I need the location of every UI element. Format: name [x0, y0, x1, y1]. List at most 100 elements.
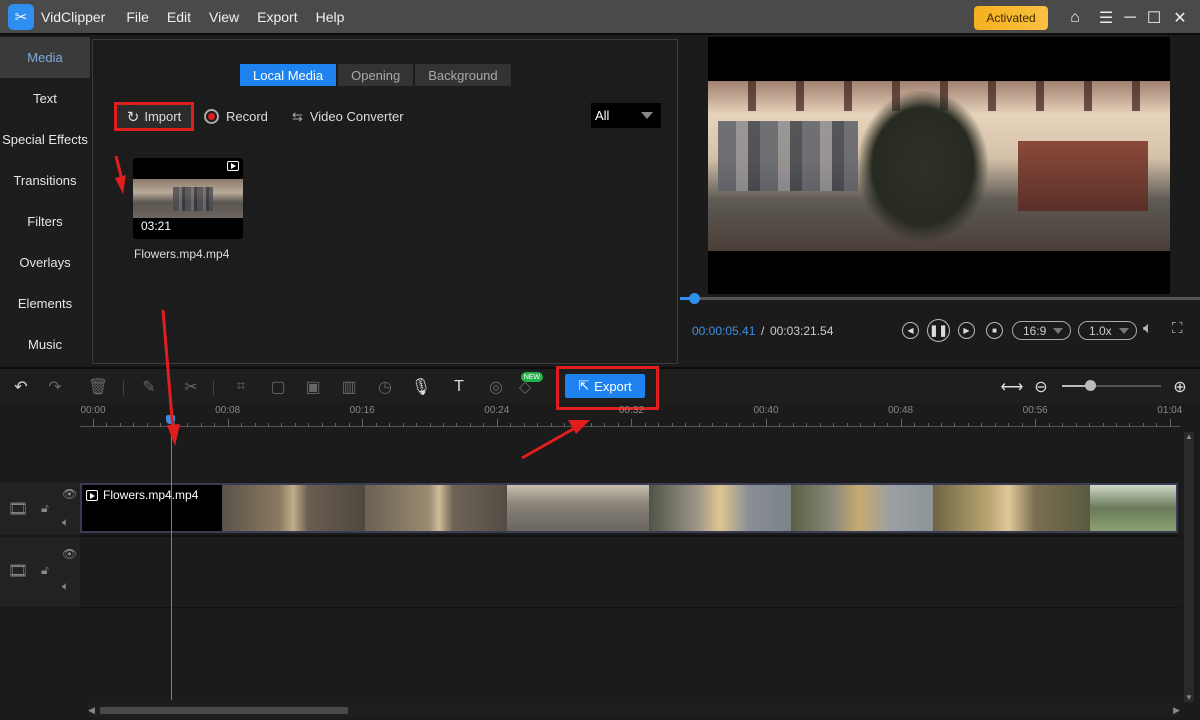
menu-view[interactable]: View	[200, 9, 248, 25]
menu-edit[interactable]: Edit	[158, 9, 200, 25]
text-to-speech-icon[interactable]: T	[449, 377, 469, 397]
tab-background[interactable]: Background	[415, 64, 511, 86]
app-logo-icon: ✂	[8, 3, 34, 30]
freeze-frame-icon[interactable]: ▢	[268, 377, 288, 397]
tab-local-media[interactable]: Local Media	[240, 64, 337, 86]
tab-opening[interactable]: Opening	[338, 64, 414, 86]
ruler-major-tick	[496, 419, 498, 427]
ruler-label: 00:00	[80, 405, 106, 416]
zoom-in-icon[interactable]: ⊕	[1170, 377, 1190, 397]
speech-to-text-icon[interactable]: ◎	[486, 377, 506, 397]
media-item-thumbnail[interactable]: 03:21	[133, 158, 243, 239]
close-icon[interactable]: ✕	[1166, 0, 1194, 35]
horizontal-scrollbar[interactable]: ◀ ▶	[88, 703, 1180, 717]
record-button[interactable]: Record	[204, 109, 268, 124]
video-type-icon	[86, 489, 98, 501]
total-time: 00:03:21.54	[770, 324, 834, 338]
sidebar-item-special-effects[interactable]: Special Effects	[0, 119, 90, 160]
menu-export[interactable]: Export	[248, 9, 306, 25]
menu-file[interactable]: File	[117, 9, 158, 25]
ruler-major-tick	[1035, 419, 1037, 427]
video-clip[interactable]: Flowers.mp4.mp4	[80, 483, 1178, 533]
fit-timeline-icon[interactable]: ⟷	[1001, 377, 1024, 397]
video-track-icon: 🎞︎	[8, 501, 29, 518]
zoom-out-icon[interactable]: ⊖	[1031, 377, 1051, 397]
speed-value: 1.0x	[1089, 323, 1112, 338]
vertical-scrollbar[interactable]	[1184, 432, 1194, 702]
microphone-icon[interactable]: 🎙︎	[411, 377, 431, 397]
audio-icon[interactable]: 🔈︎	[62, 515, 69, 530]
stop-icon[interactable]: ■	[986, 322, 1003, 339]
video-converter-label: Video Converter	[309, 109, 404, 124]
sidebar-item-text[interactable]: Text	[0, 78, 90, 119]
next-frame-icon[interactable]: ▶	[958, 322, 975, 339]
menu-help[interactable]: Help	[307, 9, 354, 25]
mosaic-icon[interactable]: ▣	[303, 377, 323, 397]
ruler-major-tick	[1169, 419, 1171, 427]
export-button[interactable]: ⇱ Export	[565, 374, 645, 398]
visibility-icon[interactable]: 👁︎	[62, 547, 77, 561]
clip-name: Flowers.mp4.mp4	[103, 488, 199, 502]
aspect-ratio-select[interactable]: 16:9	[1012, 321, 1071, 340]
lock-icon[interactable]: 🔓︎	[41, 501, 49, 516]
ruler-major-tick	[362, 419, 364, 427]
fullscreen-icon[interactable]: ⛶	[1172, 320, 1183, 337]
undo-icon[interactable]: ↶	[11, 377, 31, 397]
playhead[interactable]	[171, 415, 172, 700]
prev-frame-icon[interactable]: ◀	[902, 322, 919, 339]
pause-icon[interactable]: ❚❚	[927, 319, 950, 342]
timeline-zoom-slider[interactable]	[1062, 380, 1161, 391]
ruler-major-tick	[631, 419, 633, 427]
horizontal-scroll-thumb[interactable]	[100, 707, 348, 714]
crop-icon[interactable]: ⌗	[231, 377, 251, 397]
aspect-ratio-value: 16:9	[1023, 323, 1047, 338]
video-converter-button[interactable]: ⇆ Video Converter	[292, 109, 404, 125]
export-label: Export	[594, 378, 632, 394]
thumbnail-image	[133, 179, 243, 218]
timeline-ruler[interactable]: 00:00 00:08 00:16 00:24 00:32 00:40 00:48 00:56…	[80, 403, 1182, 427]
ruler-label: 00:16	[349, 405, 375, 416]
duration-icon[interactable]: ◷	[375, 377, 395, 397]
track-header-2: 🎞︎ 🔓︎ 👁︎ 🔈︎	[0, 537, 80, 607]
sidebar-item-elements[interactable]: Elements	[0, 283, 90, 324]
video-track-icon: 🎞︎	[8, 563, 29, 580]
track-area: 🎞︎ 🔓︎ 👁︎ 🔈︎ 🎞︎ 🔓︎ 👁︎ 🔈︎ Flowers.mp4.mp4	[0, 427, 1180, 702]
maximize-icon[interactable]: ☐	[1140, 0, 1168, 35]
ruler-label: 00:56	[1022, 405, 1048, 416]
filter-value: All	[595, 108, 610, 123]
zoom-handle[interactable]	[1084, 380, 1096, 391]
media-panel: Local Media Opening Background ↻ Import …	[92, 39, 678, 364]
sidebar-item-media[interactable]: Media	[0, 37, 90, 78]
lock-icon[interactable]: 🔓︎	[41, 563, 49, 578]
import-button[interactable]: ↻ Import	[114, 102, 194, 131]
scroll-right-icon[interactable]: ▶	[1173, 705, 1180, 716]
clip-label: Flowers.mp4.mp4	[86, 488, 198, 502]
video-frame-image	[708, 81, 1170, 251]
visibility-icon[interactable]: 👁︎	[62, 487, 77, 501]
edit-icon[interactable]: ✎	[139, 377, 159, 397]
redo-icon[interactable]: ↷	[45, 377, 65, 397]
app-name: VidClipper	[41, 8, 106, 25]
sidebar-item-music[interactable]: Music	[0, 324, 90, 365]
home-icon[interactable]: ⌂	[1061, 0, 1089, 35]
chevron-down-icon	[641, 112, 653, 119]
audio-icon[interactable]: 🔈︎	[62, 579, 69, 594]
media-item-name: Flowers.mp4.mp4	[134, 247, 230, 261]
playback-progress-bar[interactable]	[680, 293, 1200, 304]
progress-handle[interactable]	[689, 293, 701, 304]
sidebar-item-transitions[interactable]: Transitions	[0, 160, 90, 201]
volume-icon[interactable]: 🔈︎	[1143, 320, 1153, 338]
split-icon[interactable]: ✂	[181, 377, 201, 397]
activated-badge[interactable]: Activated	[974, 6, 1048, 30]
audio-levels-icon[interactable]: ▥	[339, 377, 359, 397]
time-separator: /	[761, 324, 765, 338]
video-preview[interactable]	[708, 37, 1170, 294]
speed-select[interactable]: 1.0x	[1078, 321, 1137, 340]
scroll-left-icon[interactable]: ◀	[88, 705, 95, 716]
media-filter-select[interactable]: All	[591, 103, 661, 128]
ruler-label: 00:32	[618, 405, 644, 416]
ruler-label: 00:48	[888, 405, 914, 416]
sidebar-item-filters[interactable]: Filters	[0, 201, 90, 242]
delete-icon[interactable]: 🗑︎	[88, 377, 108, 397]
sidebar-item-overlays[interactable]: Overlays	[0, 242, 90, 283]
